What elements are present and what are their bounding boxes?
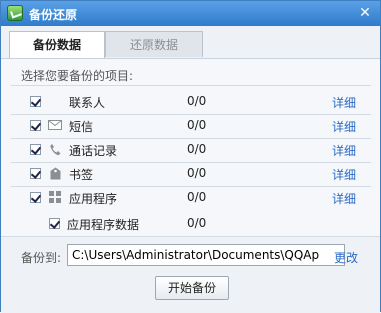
- list-item-sms: 短信 0/0 详细: [1, 115, 380, 139]
- window-title: 备份还原: [29, 8, 78, 22]
- backup-restore-window: 备份还原 ✕ 备份数据 还原数据 选择您要备份的项目: 联系人 0/0 详细 短…: [0, 0, 381, 313]
- detail-link[interactable]: 详细: [332, 166, 356, 183]
- list-item-bookmarks: 书签 0/0 详细: [1, 163, 380, 187]
- tab-restore-data[interactable]: 还原数据: [105, 31, 203, 57]
- apps-grid-icon: [48, 191, 62, 205]
- sms-checkbox[interactable]: [30, 120, 41, 131]
- backup-path-label: 备份到:: [21, 251, 62, 265]
- tab-backup-data[interactable]: 备份数据: [9, 31, 105, 58]
- item-label: 应用程序: [69, 192, 118, 206]
- app-icon: [7, 5, 23, 21]
- item-label: 书签: [69, 168, 94, 182]
- close-icon[interactable]: ✕: [356, 4, 374, 22]
- envelope-icon: [48, 119, 62, 133]
- item-count: 0/0: [187, 118, 207, 132]
- detail-link[interactable]: 详细: [332, 94, 356, 111]
- call-log-checkbox[interactable]: [30, 144, 41, 155]
- backup-path-input[interactable]: [67, 244, 345, 266]
- list-item-call-log: 通话记录 0/0 详细: [1, 139, 380, 163]
- detail-link[interactable]: 详细: [332, 142, 356, 159]
- item-count: 0/0: [187, 216, 207, 230]
- section-label: 选择您要备份的项目:: [21, 69, 134, 83]
- item-label: 联系人: [69, 96, 106, 110]
- change-path-link[interactable]: 更改: [334, 249, 358, 266]
- item-count: 0/0: [187, 190, 207, 204]
- title-bar: 备份还原 ✕: [1, 1, 380, 26]
- bookmark-icon: [48, 167, 62, 181]
- contacts-checkbox[interactable]: [30, 96, 41, 107]
- divider: [11, 85, 371, 86]
- apps-checkbox[interactable]: [30, 192, 41, 203]
- app-data-checkbox[interactable]: [49, 218, 60, 229]
- item-label: 通话记录: [69, 144, 118, 158]
- detail-link[interactable]: 详细: [332, 190, 356, 207]
- tab-bar: 备份数据 还原数据: [1, 26, 380, 59]
- list-item-contacts: 联系人 0/0 详细: [1, 91, 380, 115]
- item-label: 应用程序数据: [67, 218, 140, 232]
- backup-footer: 备份到: 更改 开始备份: [1, 236, 380, 313]
- item-label: 短信: [69, 120, 94, 134]
- phone-icon: [48, 143, 62, 157]
- item-count: 0/0: [187, 94, 207, 108]
- start-backup-button[interactable]: 开始备份: [155, 276, 229, 300]
- item-count: 0/0: [187, 166, 207, 180]
- bookmarks-checkbox[interactable]: [30, 168, 41, 179]
- detail-link[interactable]: 详细: [332, 118, 356, 135]
- list-item-apps: 应用程序 0/0 详细: [1, 187, 380, 211]
- item-count: 0/0: [187, 142, 207, 156]
- list-item-app-data: 应用程序数据 0/0: [1, 213, 380, 237]
